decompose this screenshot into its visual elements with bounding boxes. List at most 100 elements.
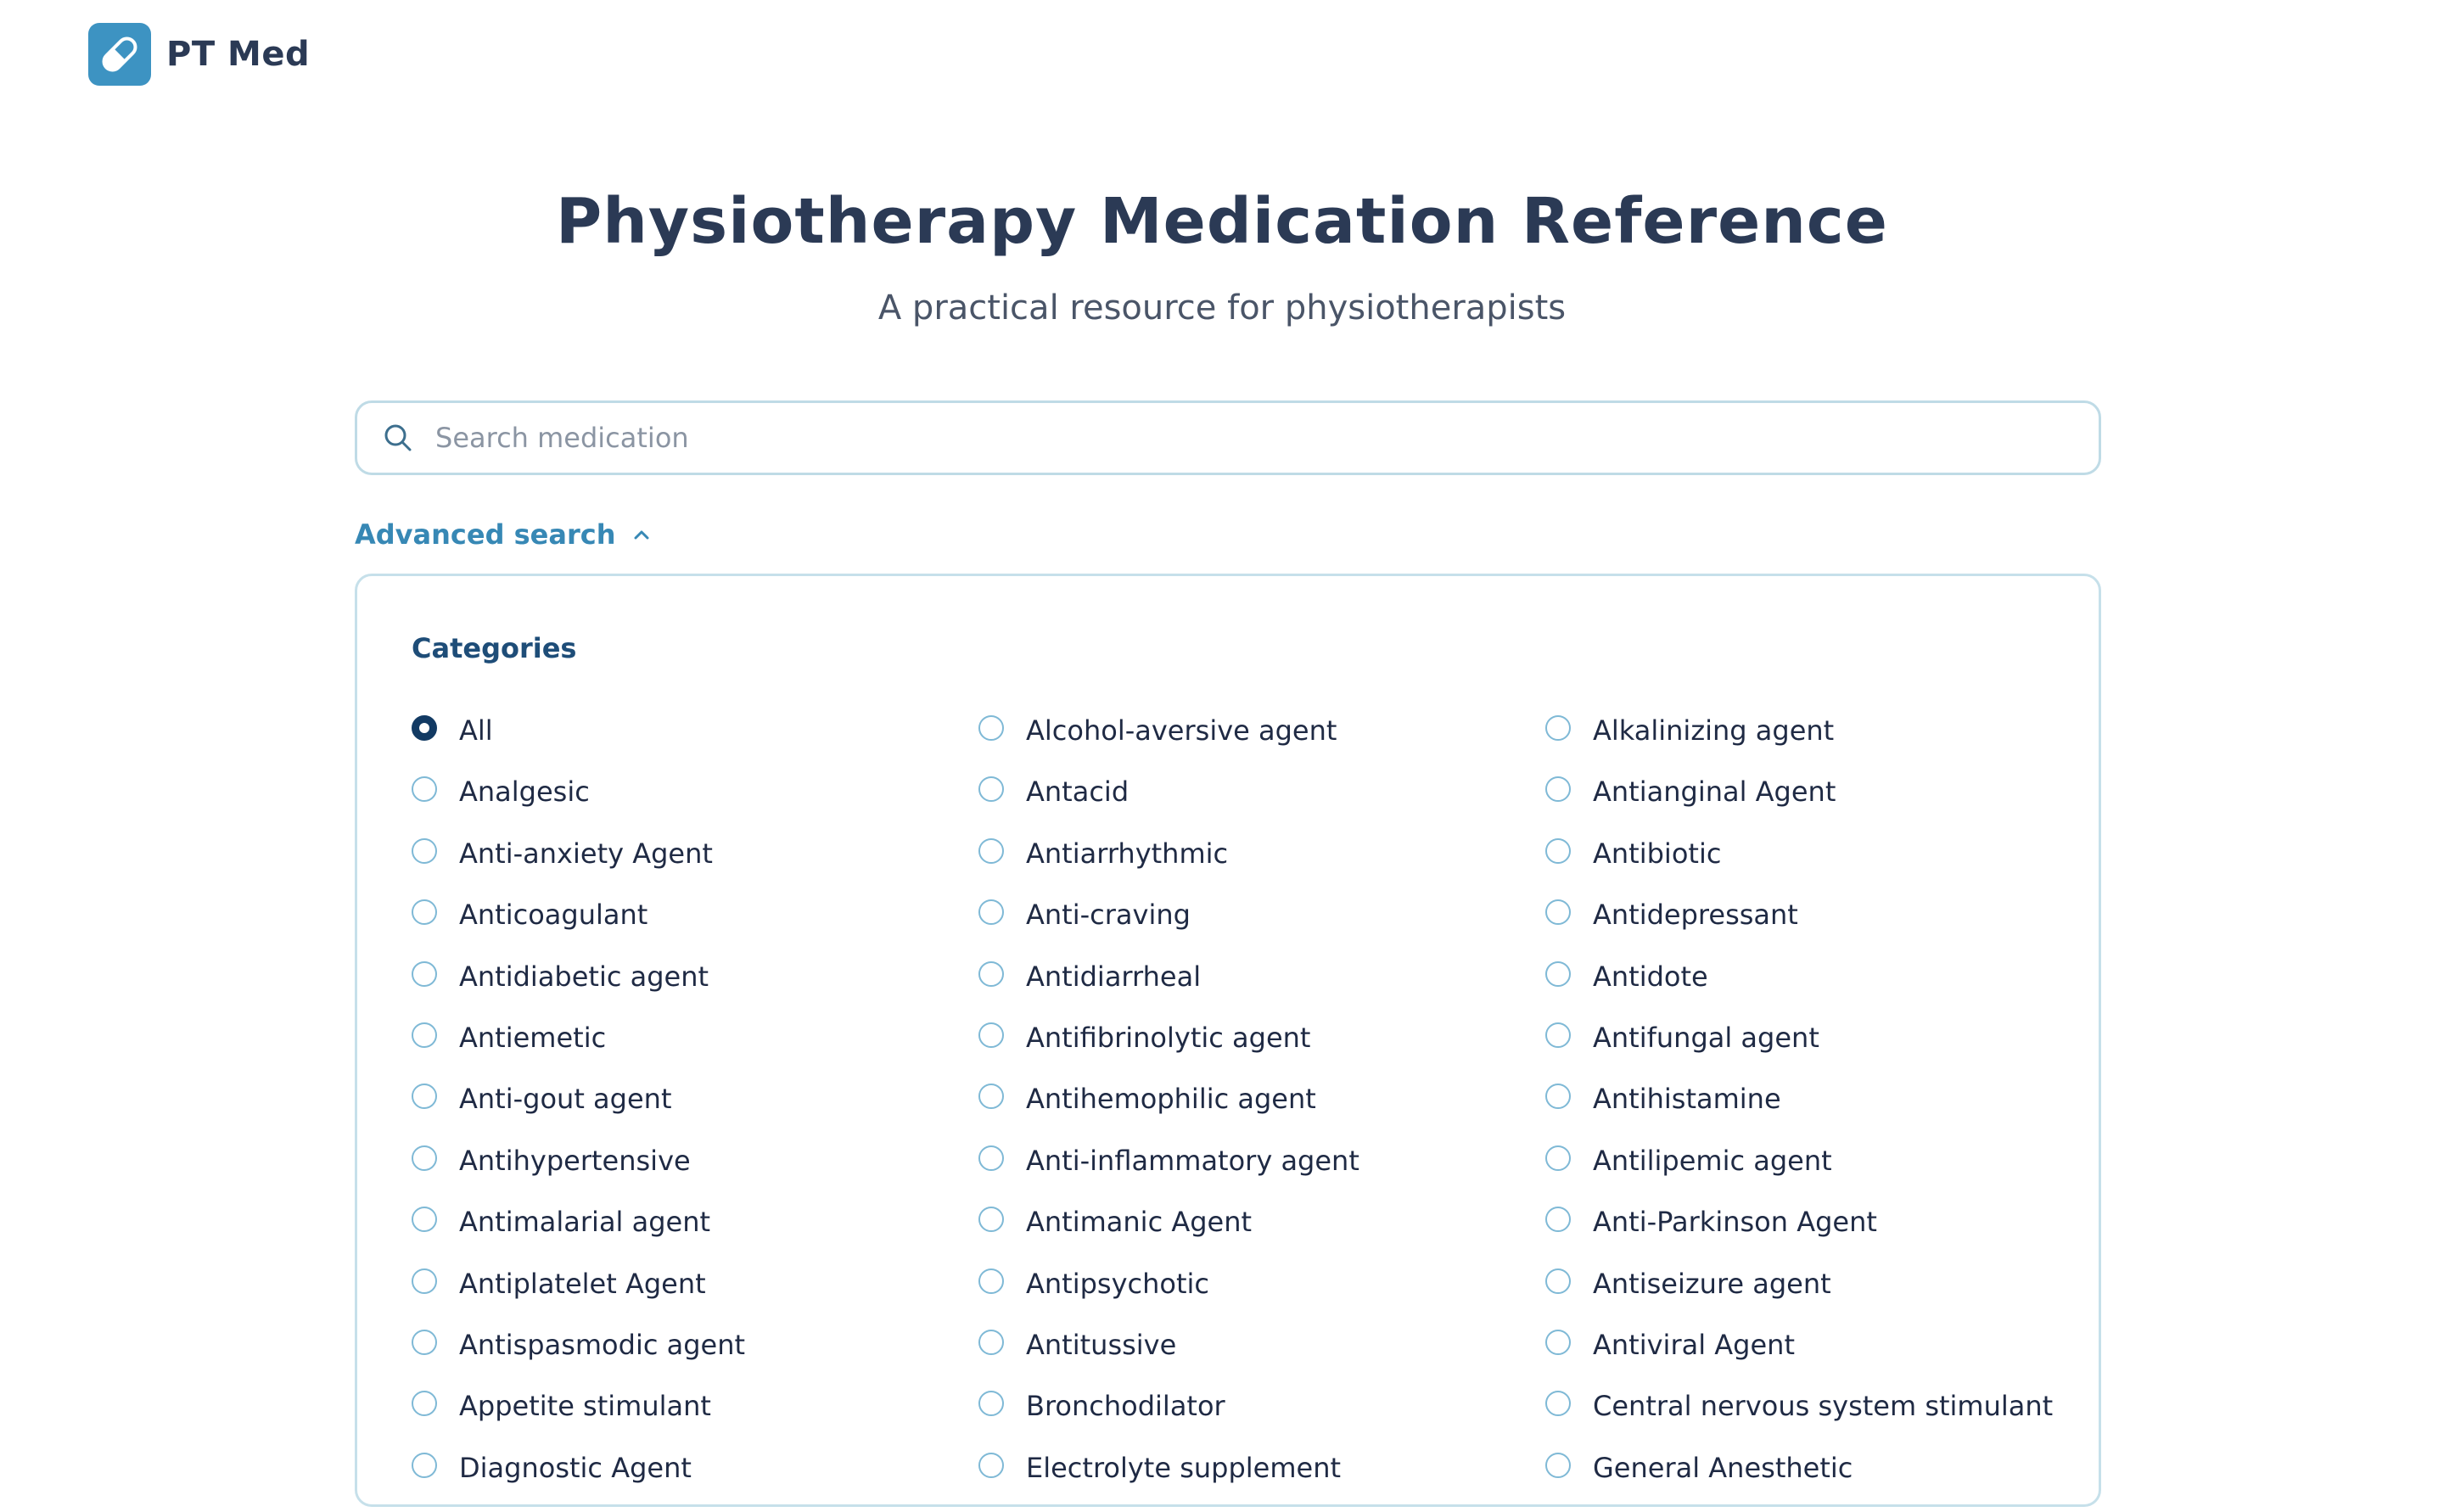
radio-unselected-icon[interactable]	[412, 1084, 437, 1110]
category-option[interactable]: Antihypertensive	[412, 1144, 978, 1205]
radio-unselected-icon[interactable]	[978, 1084, 1004, 1110]
radio-unselected-icon[interactable]	[412, 1207, 437, 1233]
category-option[interactable]: Anti-craving	[978, 898, 1545, 959]
radio-unselected-icon[interactable]	[412, 837, 437, 864]
category-option[interactable]: Anticoagulant	[412, 898, 978, 959]
category-label: Antidiarrheal	[1026, 960, 1202, 993]
category-label: Antidepressant	[1593, 899, 1798, 932]
category-option[interactable]: Alkalinizing agent	[1545, 714, 2066, 775]
radio-unselected-icon[interactable]	[412, 1022, 437, 1048]
category-option[interactable]: General Anesthetic	[1545, 1451, 2066, 1512]
radio-unselected-icon[interactable]	[412, 1145, 437, 1171]
radio-unselected-icon[interactable]	[412, 899, 437, 926]
advanced-search-toggle[interactable]: Advanced search	[355, 512, 652, 557]
category-label: Antiarrhythmic	[1026, 837, 1229, 870]
radio-unselected-icon[interactable]	[1545, 776, 1571, 803]
category-option[interactable]: Alcohol-aversive agent	[978, 714, 1545, 775]
category-option[interactable]: Antidepressant	[1545, 898, 2066, 959]
category-option[interactable]: Antiemetic	[412, 1021, 978, 1082]
radio-unselected-icon[interactable]	[978, 715, 1004, 741]
radio-unselected-icon[interactable]	[1545, 960, 1571, 987]
category-option[interactable]: Antianginal Agent	[1545, 775, 2066, 836]
radio-unselected-icon[interactable]	[412, 1452, 437, 1478]
category-option[interactable]: Antibiotic	[1545, 837, 2066, 898]
category-option[interactable]: All	[412, 714, 978, 775]
category-label: Anti-Parkinson Agent	[1593, 1206, 1877, 1239]
category-label: Central nervous system stimulant	[1593, 1390, 2054, 1423]
category-option[interactable]: Antilipemic agent	[1545, 1144, 2066, 1205]
search-input[interactable]	[434, 412, 2099, 464]
radio-unselected-icon[interactable]	[1545, 1084, 1571, 1110]
radio-unselected-icon[interactable]	[978, 1022, 1004, 1048]
radio-unselected-icon[interactable]	[412, 960, 437, 987]
category-option[interactable]: Antihemophilic agent	[978, 1082, 1545, 1143]
radio-unselected-icon[interactable]	[978, 1329, 1004, 1355]
radio-unselected-icon[interactable]	[978, 1207, 1004, 1233]
category-option[interactable]: Antacid	[978, 775, 1545, 836]
radio-unselected-icon[interactable]	[412, 1329, 437, 1355]
radio-unselected-icon[interactable]	[412, 776, 437, 803]
radio-unselected-icon[interactable]	[1545, 899, 1571, 926]
radio-unselected-icon[interactable]	[1545, 715, 1571, 741]
radio-unselected-icon[interactable]	[1545, 837, 1571, 864]
category-option[interactable]: Antidiarrheal	[978, 960, 1545, 1021]
category-option[interactable]: Antiplatelet Agent	[412, 1267, 978, 1328]
radio-unselected-icon[interactable]	[1545, 1207, 1571, 1233]
category-label: Antifibrinolytic agent	[1026, 1021, 1311, 1054]
radio-unselected-icon[interactable]	[412, 1268, 437, 1294]
radio-unselected-icon[interactable]	[978, 776, 1004, 803]
category-option[interactable]: Anti-inflammatory agent	[978, 1144, 1545, 1205]
category-option[interactable]: Antihistamine	[1545, 1082, 2066, 1143]
category-label: Antihypertensive	[459, 1144, 691, 1177]
category-option[interactable]: Antitussive	[978, 1328, 1545, 1389]
radio-unselected-icon[interactable]	[1545, 1329, 1571, 1355]
category-option[interactable]: Anti-anxiety Agent	[412, 837, 978, 898]
radio-unselected-icon[interactable]	[978, 960, 1004, 987]
category-label: Antitussive	[1026, 1328, 1177, 1361]
radio-unselected-icon[interactable]	[978, 1145, 1004, 1171]
category-option[interactable]: Antimanic Agent	[978, 1205, 1545, 1266]
category-option[interactable]: Diagnostic Agent	[412, 1451, 978, 1512]
category-option[interactable]: Antimalarial agent	[412, 1205, 978, 1266]
category-option[interactable]: Appetite stimulant	[412, 1389, 978, 1450]
radio-unselected-icon[interactable]	[1545, 1391, 1571, 1417]
category-label: Antidiabetic agent	[459, 960, 709, 993]
brand[interactable]: PT Med	[88, 22, 310, 87]
category-option[interactable]: Antiseizure agent	[1545, 1267, 2066, 1328]
category-option[interactable]: Antiarrhythmic	[978, 837, 1545, 898]
category-label: General Anesthetic	[1593, 1451, 1853, 1484]
radio-unselected-icon[interactable]	[1545, 1452, 1571, 1478]
category-label: Antacid	[1026, 776, 1130, 809]
category-option[interactable]: Antipsychotic	[978, 1267, 1545, 1328]
category-option[interactable]: Antidote	[1545, 960, 2066, 1021]
category-option[interactable]: Analgesic	[412, 775, 978, 836]
radio-unselected-icon[interactable]	[1545, 1268, 1571, 1294]
category-label: Antidote	[1593, 960, 1708, 993]
category-option[interactable]: Antifungal agent	[1545, 1021, 2066, 1082]
radio-unselected-icon[interactable]	[978, 1268, 1004, 1294]
radio-unselected-icon[interactable]	[978, 1391, 1004, 1417]
radio-selected-icon[interactable]	[412, 715, 437, 741]
radio-unselected-icon[interactable]	[978, 899, 1004, 926]
radio-unselected-icon[interactable]	[978, 837, 1004, 864]
category-option[interactable]: Antiviral Agent	[1545, 1328, 2066, 1389]
category-option[interactable]: Antispasmodic agent	[412, 1328, 978, 1389]
radio-unselected-icon[interactable]	[412, 1391, 437, 1417]
advanced-search-panel: Categories All Alcohol-aversive agent Alka…	[355, 574, 2101, 1507]
category-label: Anti-anxiety Agent	[459, 837, 713, 870]
category-option[interactable]: Anti-gout agent	[412, 1082, 978, 1143]
category-label: Electrolyte supplement	[1026, 1451, 1342, 1484]
radio-unselected-icon[interactable]	[1545, 1145, 1571, 1171]
category-label: Antiviral Agent	[1593, 1328, 1795, 1361]
search-box[interactable]	[355, 400, 2101, 475]
radio-unselected-icon[interactable]	[978, 1452, 1004, 1478]
category-option[interactable]: Bronchodilator	[978, 1389, 1545, 1450]
pill-icon[interactable]	[88, 23, 151, 86]
category-label: Anticoagulant	[459, 899, 648, 932]
category-option[interactable]: Antifibrinolytic agent	[978, 1021, 1545, 1082]
category-option[interactable]: Anti-Parkinson Agent	[1545, 1205, 2066, 1266]
radio-unselected-icon[interactable]	[1545, 1022, 1571, 1048]
category-option[interactable]: Electrolyte supplement	[978, 1451, 1545, 1512]
category-option[interactable]: Central nervous system stimulant	[1545, 1389, 2066, 1450]
category-option[interactable]: Antidiabetic agent	[412, 960, 978, 1021]
